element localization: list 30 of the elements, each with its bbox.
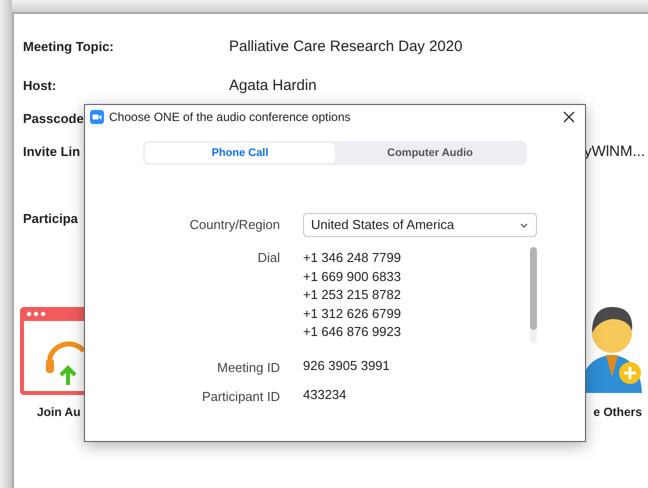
video-camera-icon <box>90 110 104 124</box>
action-label[interactable]: Join Au <box>37 403 81 421</box>
scrollbar[interactable] <box>530 247 537 343</box>
tab[interactable]: Computer Audio <box>335 143 525 163</box>
close-button[interactable] <box>561 109 577 125</box>
participant-id: 433234 <box>303 386 348 404</box>
phone-number: +1 346 248 7799 <box>303 249 401 267</box>
country-dropdown[interactable]: United States of America <box>303 213 537 237</box>
meeting-id: 926 3905 3991 <box>303 357 391 375</box>
field-value: Agata Hardin <box>229 76 317 96</box>
field-label: Meeting ID <box>216 359 280 377</box>
field-label: Participant ID <box>200 388 280 406</box>
phone-number: +1 312 626 6799 <box>303 304 401 322</box>
field-value[interactable]: yWlNM... <box>584 140 645 164</box>
field-label: Country/Region <box>188 216 280 234</box>
field-label: Dial <box>256 249 280 267</box>
field-label: Meeting Topic: <box>23 39 114 54</box>
close-icon <box>563 111 575 123</box>
field-value: Palliative Care Research Day 2020 <box>229 36 462 57</box>
field-label: Invite Lin <box>23 144 80 159</box>
phone-number: +1 253 215 8782 <box>303 286 401 304</box>
tab[interactable]: Phone Call <box>145 143 335 163</box>
field-label: Participa <box>23 211 78 226</box>
dialog-title: Choose ONE of the audio conference options <box>109 109 350 126</box>
field-label: Passcode <box>23 111 84 126</box>
action-label[interactable]: e Others <box>593 403 642 421</box>
phone-number: +1 669 900 6833 <box>303 268 401 286</box>
chevron-down-icon <box>520 222 528 228</box>
phone-number: +1 646 876 9923 <box>303 323 401 341</box>
field-label: Host: <box>23 78 56 93</box>
